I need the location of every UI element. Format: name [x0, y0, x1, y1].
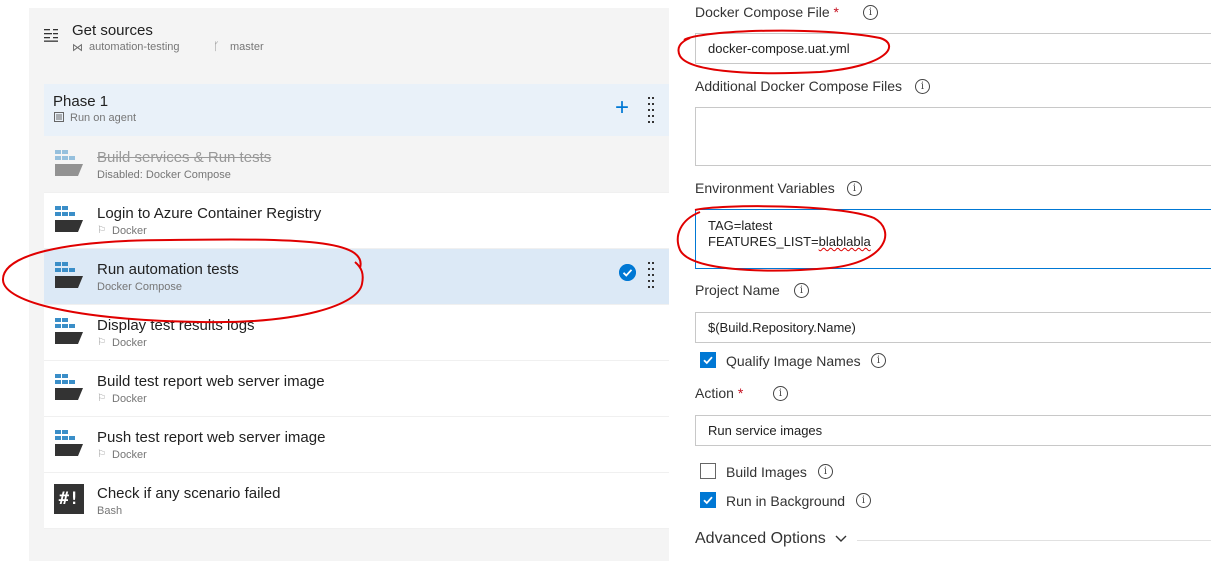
project-name-label: Project Name	[695, 282, 780, 298]
env-vars-textarea[interactable]: TAG=latest FEATURES_LIST=blablabla	[695, 209, 1211, 269]
task-subtitle: Docker	[112, 225, 147, 237]
task-title: Run automation tests	[97, 261, 239, 278]
visual-studio-icon: ⋈	[72, 42, 83, 54]
task-run-automation-tests[interactable]: Run automation tests Docker Compose	[44, 249, 669, 305]
flag-icon: ⚐	[97, 393, 106, 404]
check-circle-icon	[619, 264, 636, 281]
task-title: Display test results logs	[97, 317, 255, 334]
env-var-line-prefix: FEATURES_LIST=	[708, 234, 819, 249]
run-in-background-checkbox[interactable]	[700, 492, 716, 508]
branch-icon: ᚴ	[213, 41, 220, 53]
info-icon[interactable]: i	[818, 464, 833, 479]
get-sources-title: Get sources	[72, 22, 153, 39]
get-sources-item[interactable]: Get sources ⋈ automation-testing ᚴ maste…	[44, 20, 644, 64]
docker-icon	[55, 150, 83, 176]
docker-icon	[55, 430, 83, 456]
advanced-options-label: Advanced Options	[695, 530, 826, 547]
task-build-report-image[interactable]: Build test report web server image ⚐ Doc…	[44, 361, 669, 417]
advanced-options-toggle[interactable]: Advanced Options	[695, 530, 848, 548]
task-push-report-image[interactable]: Push test report web server image ⚐ Dock…	[44, 417, 669, 473]
branch-name: master	[230, 41, 264, 53]
info-icon[interactable]: i	[794, 283, 809, 298]
task-subtitle: Disabled: Docker Compose	[97, 169, 231, 181]
phase-subtitle: Run on agent	[70, 112, 137, 124]
build-images-label: Build Images	[726, 464, 807, 480]
run-in-background-label: Run in Background	[726, 493, 846, 509]
info-icon[interactable]: i	[871, 353, 886, 368]
task-title: Build services & Run tests	[97, 149, 272, 166]
task-title: Build test report web server image	[97, 373, 325, 390]
info-icon[interactable]: i	[856, 493, 871, 508]
qualify-image-names-label: Qualify Image Names	[726, 353, 861, 369]
additional-files-textarea[interactable]	[695, 107, 1211, 166]
task-subtitle: Docker	[112, 449, 147, 461]
task-subtitle: Bash	[97, 505, 123, 517]
info-icon[interactable]: i	[773, 386, 788, 401]
add-task-button[interactable]: +	[615, 96, 629, 120]
drag-handle-icon[interactable]	[648, 262, 654, 288]
docker-icon	[55, 374, 83, 400]
additional-files-label: Additional Docker Compose Files	[695, 78, 902, 94]
docker-icon	[55, 206, 83, 232]
bash-icon: #!	[54, 484, 84, 514]
build-images-checkbox[interactable]	[700, 463, 716, 479]
misspelled-word: blablabla	[818, 234, 871, 249]
task-subtitle: Docker	[112, 393, 147, 405]
task-display-logs[interactable]: Display test results logs ⚐ Docker	[44, 305, 669, 361]
flag-icon: ⚐	[97, 337, 106, 348]
docker-icon	[55, 318, 83, 344]
section-divider	[857, 540, 1211, 541]
task-check-scenario-failed[interactable]: #! Check if any scenario failed Bash	[44, 473, 669, 529]
info-icon[interactable]: i	[915, 79, 930, 94]
task-title: Login to Azure Container Registry	[97, 205, 322, 222]
action-select[interactable]: Run service images	[695, 415, 1211, 446]
project-name-input[interactable]: $(Build.Repository.Name)	[695, 312, 1211, 343]
qualify-image-names-checkbox[interactable]	[700, 352, 716, 368]
docker-icon	[55, 262, 83, 288]
repo-name: automation-testing	[89, 41, 180, 53]
check-icon	[703, 496, 713, 505]
chevron-down-icon	[835, 535, 847, 542]
source-list-icon	[44, 29, 58, 42]
info-icon[interactable]: i	[847, 181, 862, 196]
flag-icon: ⚐	[97, 449, 106, 460]
task-subtitle: Docker	[112, 337, 147, 349]
compose-file-label: Docker Compose File *	[695, 4, 839, 20]
agent-icon	[54, 112, 64, 122]
env-vars-label: Environment Variables	[695, 180, 835, 196]
left-margin	[0, 0, 29, 561]
check-icon	[703, 356, 713, 365]
task-subtitle: Docker Compose	[97, 281, 182, 293]
compose-file-input[interactable]: docker-compose.uat.yml	[695, 33, 1211, 64]
task-title: Check if any scenario failed	[97, 485, 281, 502]
task-title: Push test report web server image	[97, 429, 326, 446]
drag-handle-icon[interactable]	[648, 97, 654, 123]
flag-icon: ⚐	[97, 225, 106, 236]
env-var-line: TAG=latest	[708, 218, 773, 233]
action-label: Action *	[695, 385, 744, 401]
phase-header[interactable]: Phase 1 Run on agent +	[44, 84, 669, 136]
task-build-services[interactable]: Build services & Run tests Disabled: Doc…	[44, 137, 669, 193]
phase-title: Phase 1	[53, 93, 109, 110]
task-login-acr[interactable]: Login to Azure Container Registry ⚐ Dock…	[44, 193, 669, 249]
info-icon[interactable]: i	[863, 5, 878, 20]
